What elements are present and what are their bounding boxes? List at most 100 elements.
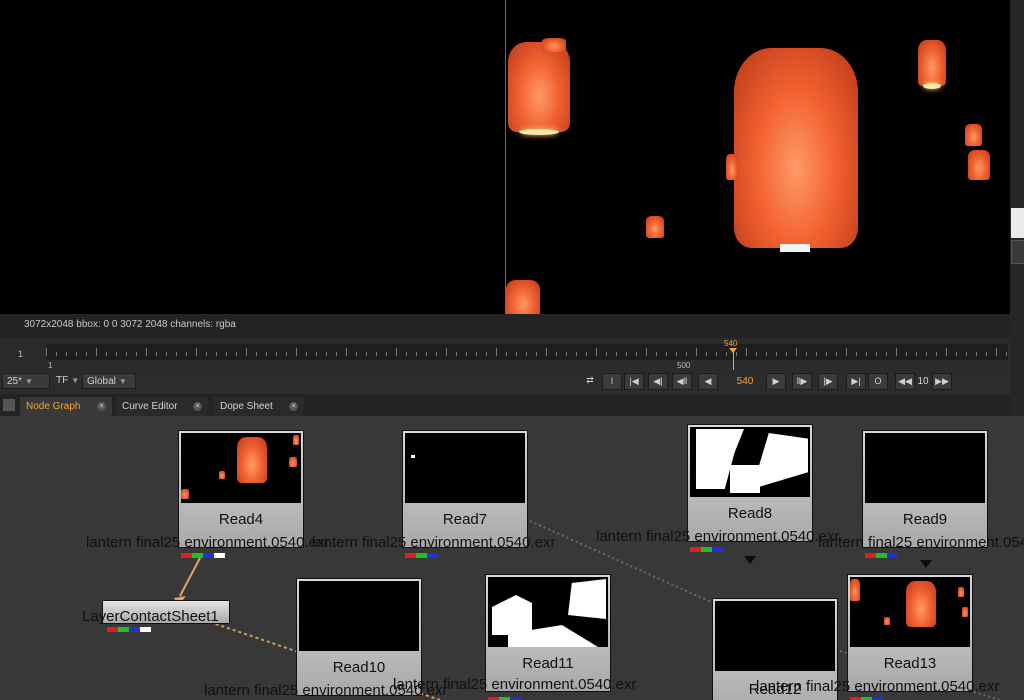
timeline-tick [646, 348, 647, 356]
first-frame-button[interactable]: |◀ [624, 373, 644, 390]
timeline-tick [666, 352, 667, 356]
viewer-image-lantern-small [646, 216, 664, 238]
panel-tab-bar: Node Graph ✕ Curve Editor ✕ Dope Sheet ✕ [0, 394, 1010, 416]
wipe-divider[interactable] [505, 0, 506, 314]
viewer-info-bar: 3072x2048 bbox: 0 0 3072 2048 channels: … [0, 314, 1010, 338]
read4-thumbnail [181, 433, 301, 503]
read13-thumbnail [850, 577, 970, 647]
viewer-image-lantern-bottom [506, 280, 540, 314]
timeline[interactable]: 1 1 500 540 [0, 338, 1010, 370]
chevron-down-icon: ▼ [71, 376, 80, 385]
timeline-tick [566, 352, 567, 356]
read8-file-label: lantern final25 environment.0540.exr [596, 528, 840, 545]
pane-menu-icon[interactable] [3, 399, 15, 411]
timeline-tick [146, 348, 147, 356]
timeline-tick [816, 352, 817, 356]
tab-curve-editor[interactable]: Curve Editor ✕ [116, 397, 208, 416]
timeline-tick [556, 352, 557, 356]
timeline-tick [976, 352, 977, 356]
viewer-image-lantern-main-base [780, 244, 810, 252]
set-in-button[interactable]: I [602, 373, 622, 390]
timeline-tick [416, 352, 417, 356]
timeline-tick [956, 352, 957, 356]
tab-node-graph-label: Node Graph [26, 401, 81, 412]
timeline-tick [426, 352, 427, 356]
tf-dropdown[interactable]: TF ▼ [52, 373, 80, 389]
read11-label: Read11 [522, 655, 574, 672]
timeline-ruler[interactable] [46, 344, 1008, 360]
read11-node[interactable]: Read11 [485, 574, 611, 700]
close-icon[interactable]: ✕ [193, 402, 202, 411]
tab-dope-sheet-label: Dope Sheet [220, 401, 273, 412]
read9-node[interactable]: Read9 [862, 430, 988, 558]
read8-node[interactable]: Read8 [687, 424, 813, 552]
timeline-tick [926, 352, 927, 356]
timeline-tick [136, 352, 137, 356]
viewer-canvas[interactable] [0, 0, 1010, 314]
timeline-tick [376, 352, 377, 356]
timeline-start-frame[interactable]: 1 [18, 349, 23, 359]
timeline-tick [166, 352, 167, 356]
tab-dope-sheet[interactable]: Dope Sheet ✕ [214, 397, 304, 416]
read11-thumbnail [488, 577, 608, 647]
read7-label: Read7 [442, 511, 488, 528]
close-icon[interactable]: ✕ [97, 402, 106, 411]
read4-node[interactable]: Read4 [178, 430, 304, 558]
global-dropdown[interactable]: Global ▼ [82, 373, 136, 389]
loop-mode-icon[interactable]: ⇄ [580, 373, 600, 390]
play-backward-button[interactable]: ◀ [698, 373, 718, 390]
timeline-tick [156, 352, 157, 356]
read13-node[interactable]: Read13 [847, 574, 973, 700]
timeline-tick [396, 348, 397, 356]
timeline-tick [656, 352, 657, 356]
timeline-tick [916, 352, 917, 356]
transport-bar: 25* ▼ TF ▼ Global ▼ ⇄ I |◀ ◀| ◀‖ ◀ 540 ▶ ‖▶… [0, 370, 1010, 394]
previous-frame-button[interactable]: ◀‖ [672, 373, 692, 390]
timeline-tick [576, 352, 577, 356]
properties-panel-control[interactable] [1011, 240, 1024, 264]
timeline-tick [116, 352, 117, 356]
timeline-tick [56, 352, 57, 356]
timeline-tick [366, 352, 367, 356]
read9-label: Read9 [902, 511, 948, 528]
step-forward-button[interactable]: ▶▶ [932, 373, 952, 390]
viewer-image-lantern-right-top [918, 40, 946, 89]
properties-panel-edge [1010, 0, 1024, 450]
timeline-tick [256, 352, 257, 356]
last-frame-button[interactable]: ▶| [846, 373, 866, 390]
timeline-tick [886, 352, 887, 356]
read7-node[interactable]: Read7 [402, 430, 528, 558]
tf-value: TF [56, 375, 69, 386]
frame-increment-field[interactable]: 10 [914, 373, 932, 390]
fps-dropdown[interactable]: 25* ▼ [2, 373, 50, 389]
viewer-image-lantern-right-low [968, 150, 990, 180]
timeline-tick [776, 352, 777, 356]
set-out-button[interactable]: O [868, 373, 888, 390]
layer-contact-sheet-label: LayerContactSheet1 [82, 608, 219, 625]
current-frame-field[interactable]: 540 [728, 373, 762, 390]
node-graph-canvas[interactable]: Read4 lantern final25 environment.0540.e… [0, 416, 1024, 700]
timeline-tick [216, 352, 217, 356]
read8-label: Read8 [727, 505, 773, 522]
read9-thumbnail [865, 433, 985, 503]
timeline-tick [536, 352, 537, 356]
timeline-tick [876, 352, 877, 356]
timeline-tick [856, 352, 857, 356]
tab-node-graph[interactable]: Node Graph ✕ [20, 397, 112, 416]
timeline-tick [746, 348, 747, 356]
close-icon[interactable]: ✕ [289, 402, 298, 411]
timeline-tick [766, 352, 767, 356]
next-frame-button[interactable]: ‖▶ [792, 373, 812, 390]
viewer-image-lantern-mid-left [726, 154, 738, 180]
play-forward-button[interactable]: ▶ [766, 373, 786, 390]
timeline-tick [186, 352, 187, 356]
timeline-tick [706, 352, 707, 356]
timeline-tick [486, 352, 487, 356]
next-keyframe-button[interactable]: |▶ [818, 373, 838, 390]
previous-keyframe-button[interactable]: ◀| [648, 373, 668, 390]
viewer-image-lantern-main [734, 48, 858, 248]
timeline-tick [356, 352, 357, 356]
playhead-line[interactable] [733, 348, 734, 370]
read4-file-label: lantern final25 environment.0540.exr [86, 534, 330, 551]
step-back-button[interactable]: ◀◀ [895, 373, 915, 390]
